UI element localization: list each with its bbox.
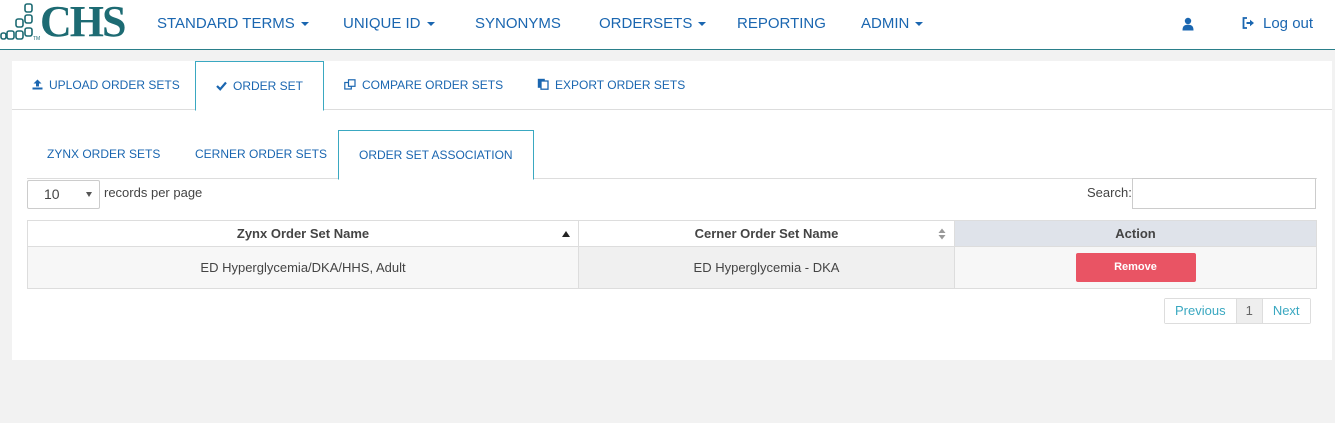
tab-compare-order-sets[interactable]: COMPARE ORDER SETS xyxy=(324,61,523,110)
tab-order-set[interactable]: ORDER SET xyxy=(195,61,325,111)
caret-down-icon xyxy=(698,22,707,27)
tab-order-set-label: ORDER SET xyxy=(233,79,304,93)
search-input[interactable] xyxy=(1132,178,1316,209)
col-action: Action xyxy=(954,220,1317,247)
nav-unique-id-label: UNIQUE ID xyxy=(343,15,421,32)
caret-down-icon xyxy=(915,22,924,27)
user-icon[interactable] xyxy=(1182,17,1194,31)
logout-label: Log out xyxy=(1263,15,1314,32)
main-tabs: UPLOAD ORDER SETS ORDER SET COMPARE ORDE… xyxy=(12,61,1332,111)
tab-upload-order-sets[interactable]: UPLOAD ORDER SETS xyxy=(12,61,200,110)
brand-trademark: TM xyxy=(33,36,41,42)
remove-button[interactable]: Remove xyxy=(1075,253,1196,282)
pagination: Previous 1 Next xyxy=(1164,298,1311,324)
subtab-cerner-order-sets[interactable]: CERNER ORDER SETS xyxy=(175,130,347,179)
subtab-cerner-order-sets-label: CERNER ORDER SETS xyxy=(195,147,328,161)
caret-down-icon xyxy=(300,22,309,27)
col-action-label: Action xyxy=(1115,226,1156,241)
page-length-select[interactable]: 10 xyxy=(27,180,100,209)
nav-ordersets[interactable]: ORDERSETS xyxy=(599,15,707,33)
check-icon xyxy=(216,81,227,91)
nav-admin[interactable]: ADMIN xyxy=(861,15,924,33)
compare-icon xyxy=(344,79,356,90)
col-cerner-order-set-name[interactable]: Cerner Order Set Name xyxy=(578,220,955,247)
sort-both-icon xyxy=(938,228,946,240)
upload-icon xyxy=(32,79,43,90)
nav-unique-id[interactable]: UNIQUE ID xyxy=(343,15,435,33)
tab-upload-order-sets-label: UPLOAD ORDER SETS xyxy=(49,78,180,92)
col-cerner-label: Cerner Order Set Name xyxy=(694,226,839,241)
chs-logo[interactable]: CHS TM xyxy=(0,0,130,46)
tab-export-order-sets[interactable]: EXPORT ORDER SETS xyxy=(517,61,705,110)
search-label: Search: xyxy=(1087,185,1132,200)
order-set-subtabs: ZYNX ORDER SETS CERNER ORDER SETS ORDER … xyxy=(27,130,1317,180)
tab-export-order-sets-label: EXPORT ORDER SETS xyxy=(555,78,686,92)
subtab-order-set-association[interactable]: ORDER SET ASSOCIATION xyxy=(338,130,534,180)
caret-down-icon xyxy=(426,22,435,27)
col-zynx-order-set-name[interactable]: Zynx Order Set Name xyxy=(27,220,579,247)
subtab-zynx-order-sets-label: ZYNX ORDER SETS xyxy=(47,147,161,161)
cell-action: Remove xyxy=(954,246,1317,289)
nav-reporting-label: REPORTING xyxy=(737,15,826,32)
top-navbar: CHS TM STANDARD TERMS UNIQUE ID SYNONYMS… xyxy=(0,0,1335,50)
brand-name: CHS xyxy=(40,0,126,46)
nav-standard-terms[interactable]: STANDARD TERMS xyxy=(157,15,309,33)
nav-synonyms-label: SYNONYMS xyxy=(475,15,561,32)
pagination-next[interactable]: Next xyxy=(1262,299,1310,323)
logout-link[interactable]: Log out xyxy=(1242,15,1313,32)
table-row: ED Hyperglycemia/DKA/HHS, Adult ED Hyper… xyxy=(27,246,1317,289)
col-zynx-label: Zynx Order Set Name xyxy=(236,226,370,241)
association-table: Zynx Order Set Name Cerner Order Set Nam… xyxy=(27,220,1317,289)
pagination-page-1[interactable]: 1 xyxy=(1235,299,1263,323)
tab-compare-order-sets-label: COMPARE ORDER SETS xyxy=(362,78,504,92)
table-header-row: Zynx Order Set Name Cerner Order Set Nam… xyxy=(27,220,1317,247)
page-length-label: records per page xyxy=(104,185,203,200)
sign-out-icon xyxy=(1242,17,1254,29)
cell-cerner-name: ED Hyperglycemia - DKA xyxy=(578,246,955,289)
pagination-previous[interactable]: Previous xyxy=(1165,299,1236,323)
subtab-order-set-association-label: ORDER SET ASSOCIATION xyxy=(359,148,513,162)
nav-synonyms[interactable]: SYNONYMS xyxy=(475,15,561,33)
select-arrow-icon xyxy=(86,192,92,197)
sort-ascending-icon xyxy=(562,231,570,237)
page-length-value: 10 xyxy=(44,186,60,202)
nav-ordersets-label: ORDERSETS xyxy=(599,15,693,32)
export-icon xyxy=(537,78,549,90)
main-panel: UPLOAD ORDER SETS ORDER SET COMPARE ORDE… xyxy=(12,61,1332,360)
nav-standard-terms-label: STANDARD TERMS xyxy=(157,15,295,32)
cell-zynx-name: ED Hyperglycemia/DKA/HHS, Adult xyxy=(27,246,579,289)
subtab-zynx-order-sets[interactable]: ZYNX ORDER SETS xyxy=(27,130,180,179)
nav-reporting[interactable]: REPORTING xyxy=(737,15,826,33)
nav-admin-label: ADMIN xyxy=(861,15,910,32)
